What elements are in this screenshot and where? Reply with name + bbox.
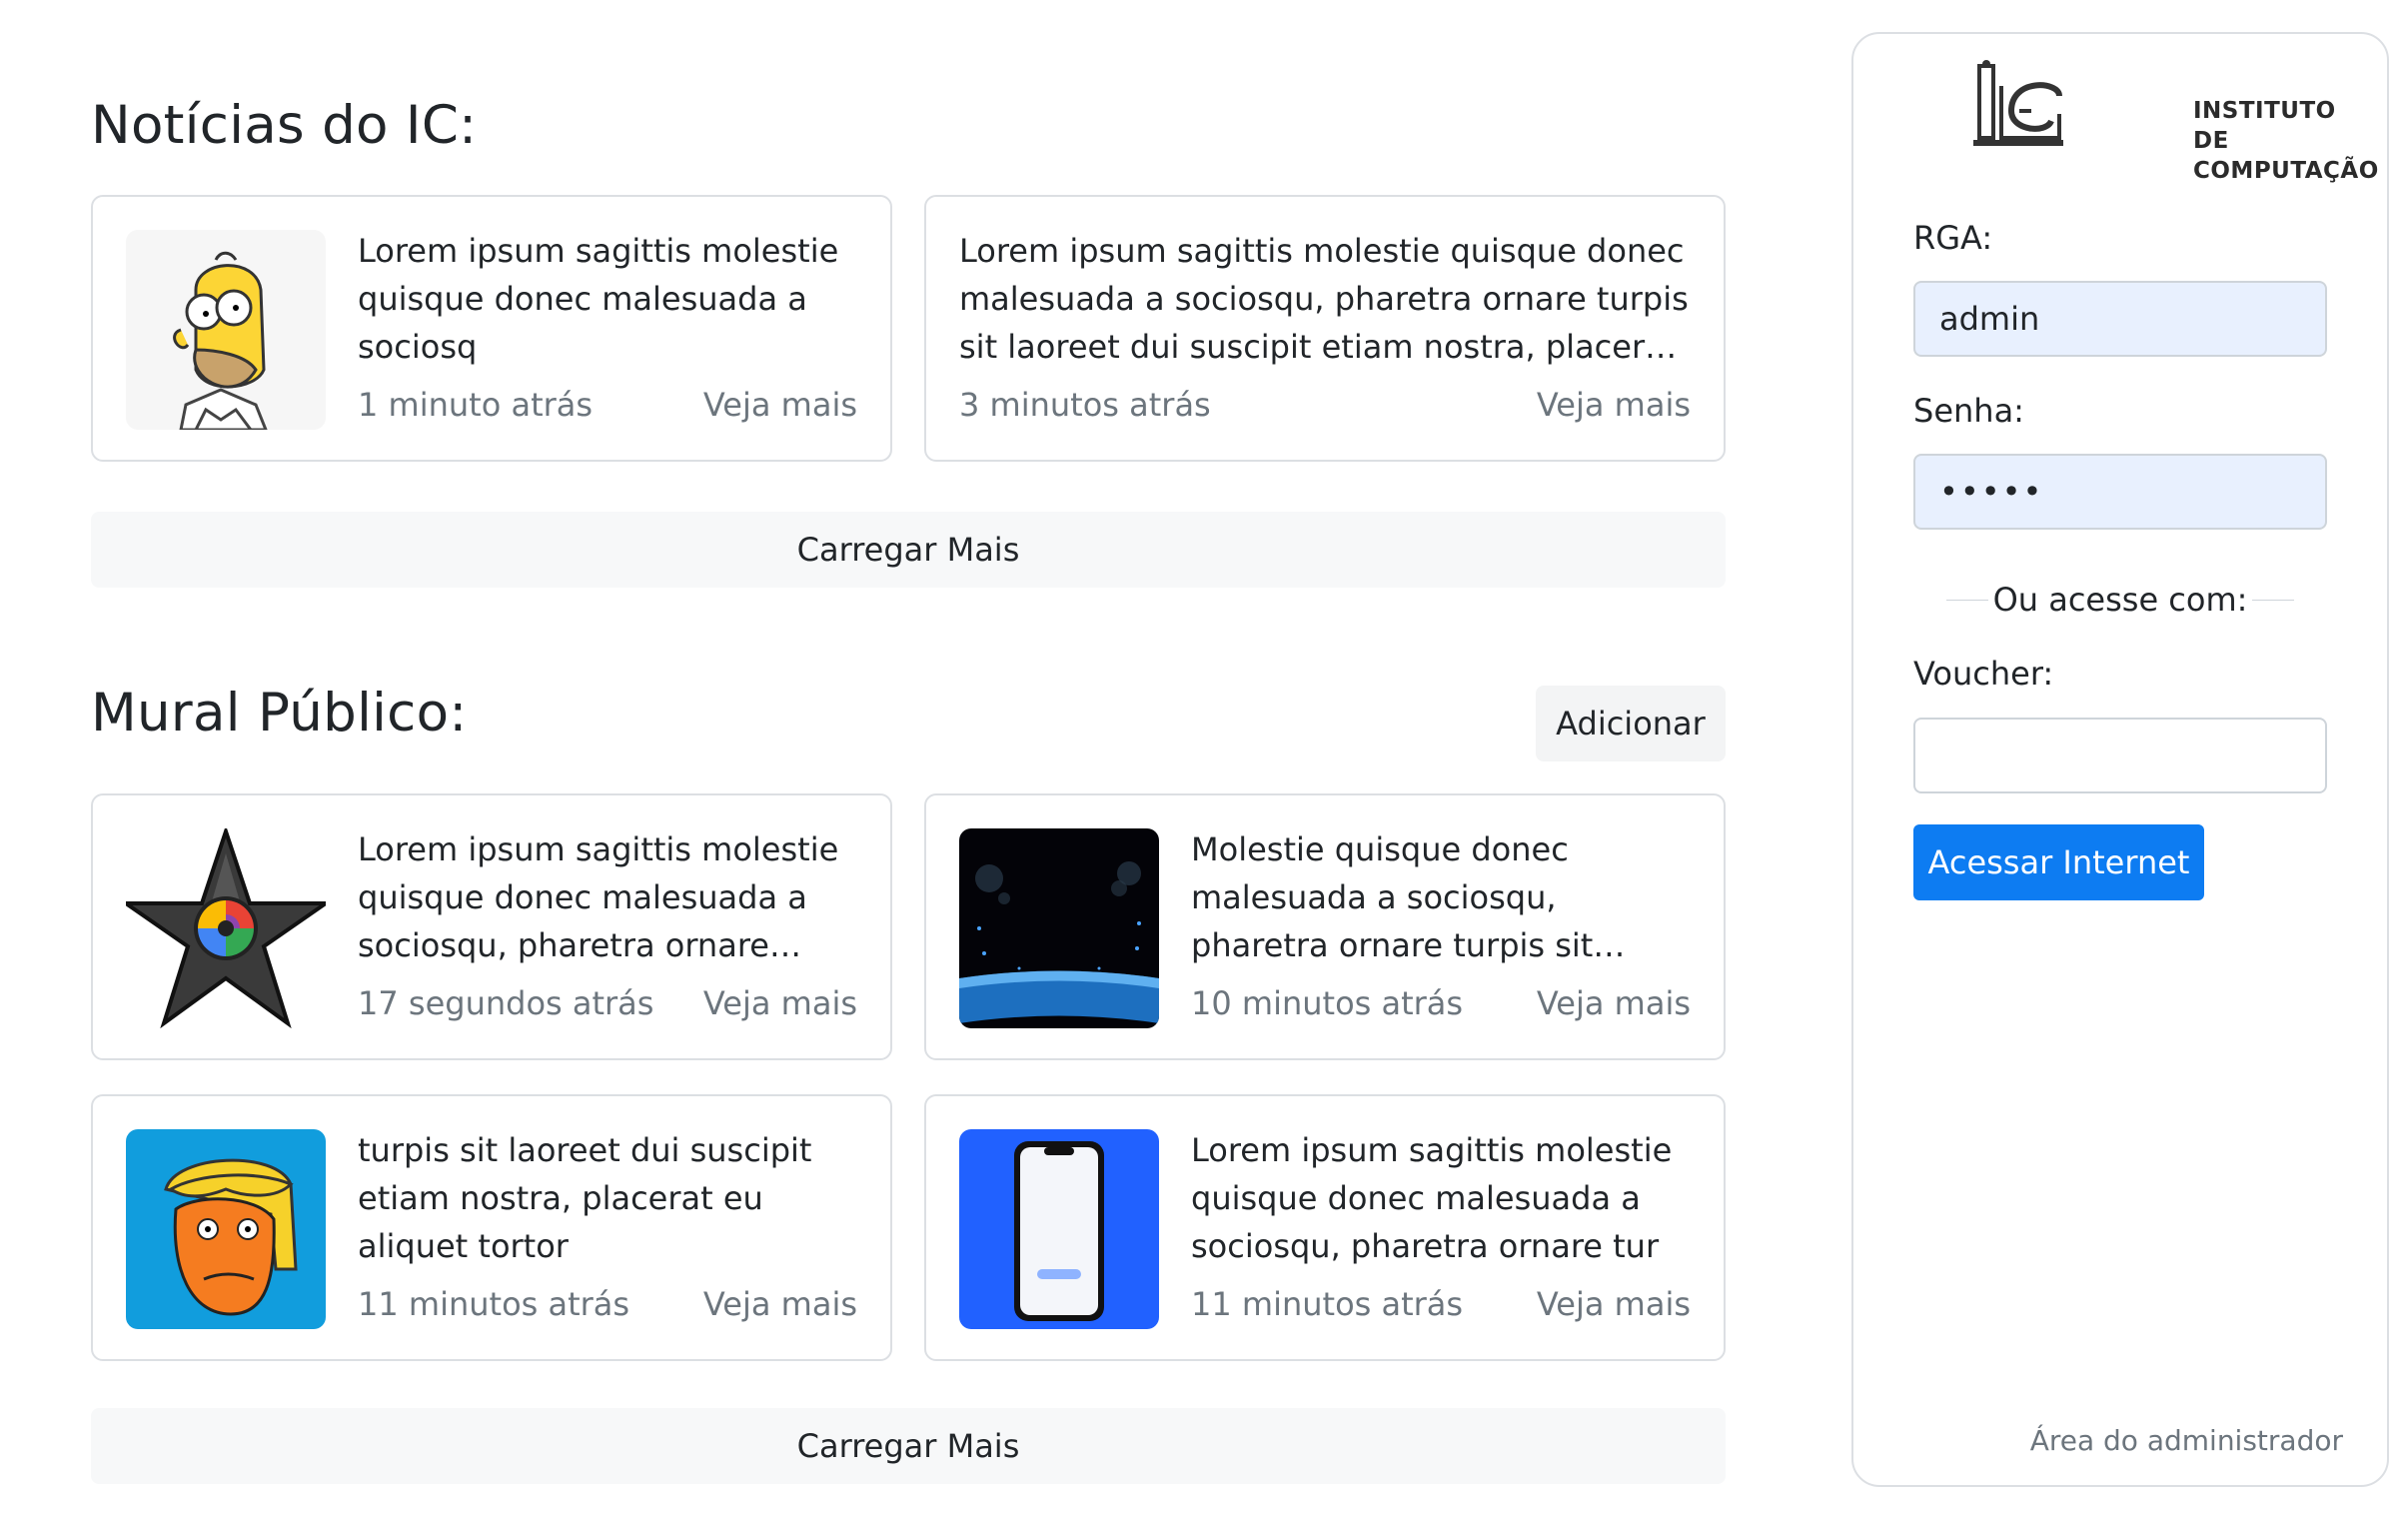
news-load-more-button[interactable]: Carregar Mais xyxy=(91,512,1726,588)
stage-banner-image xyxy=(959,828,1159,1028)
see-more-link[interactable]: Veja mais xyxy=(703,1285,857,1323)
see-more-link[interactable]: Veja mais xyxy=(1537,386,1691,424)
see-more-link[interactable]: Veja mais xyxy=(703,386,857,424)
news-title: Notícias do IC: xyxy=(91,95,478,156)
see-more-link[interactable]: Veja mais xyxy=(1537,1285,1691,1323)
mural-card[interactable]: Lorem ipsum sagittis molestie quisque do… xyxy=(924,1094,1726,1361)
mural-card-text: Molestie quisque donec malesuada a socio… xyxy=(1191,830,1594,964)
logo-text: INSTITUTO DE COMPUTAÇÃO xyxy=(2193,98,2379,184)
see-more-link[interactable]: Veja mais xyxy=(703,984,857,1022)
phone-mockup-image xyxy=(959,1129,1159,1329)
mural-card[interactable]: turpis sit laoreet dui suscipit etiam no… xyxy=(91,1094,892,1361)
mural-card-time: 11 minutos atrás xyxy=(358,1285,630,1323)
see-more-link[interactable]: Veja mais xyxy=(1537,984,1691,1022)
mural-card-body: Lorem ipsum sagittis molestie quisque do… xyxy=(1191,1126,1691,1339)
add-post-button[interactable]: Adicionar xyxy=(1536,686,1726,761)
mural-card[interactable]: Lorem ipsum sagittis molestie quisque do… xyxy=(91,793,892,1060)
mural-card-text: Lorem ipsum sagittis molestie quisque do… xyxy=(1191,1131,1673,1265)
voucher-input[interactable] xyxy=(1913,718,2327,793)
divider-line xyxy=(1946,600,1988,601)
login-panel: INSTITUTO DE COMPUTAÇÃO RGA: admin Senha… xyxy=(1851,32,2389,1487)
news-card-text: Lorem ipsum sagittis molestie quisque do… xyxy=(358,232,839,366)
ic-logo-icon xyxy=(1973,60,2063,146)
password-input[interactable]: ••••• xyxy=(1913,454,2327,530)
divider-line xyxy=(2252,600,2294,601)
mural-card-time: 17 segundos atrás xyxy=(358,984,654,1022)
news-card[interactable]: Lorem ipsum sagittis molestie quisque do… xyxy=(924,195,1726,462)
rga-label: RGA: xyxy=(1913,219,1993,257)
mural-card-text: Lorem ipsum sagittis molestie quisque do… xyxy=(358,830,839,964)
institute-logo: INSTITUTO DE COMPUTAÇÃO xyxy=(1971,56,2378,184)
access-internet-button[interactable]: Acessar Internet xyxy=(1913,824,2204,900)
mural-card-body: Lorem ipsum sagittis molestie quisque do… xyxy=(358,825,857,1038)
senha-label: Senha: xyxy=(1913,392,2024,430)
mural-load-more-button[interactable]: Carregar Mais xyxy=(91,1408,1726,1484)
mural-title: Mural Público: xyxy=(91,683,468,744)
news-card-time: 1 minuto atrás xyxy=(358,386,594,424)
news-card[interactable]: Lorem ipsum sagittis molestie quisque do… xyxy=(91,195,892,462)
news-card-text: Lorem ipsum sagittis molestie quisque do… xyxy=(959,232,1689,366)
news-card-body: Lorem ipsum sagittis molestie quisque do… xyxy=(358,227,857,440)
barnstar-image xyxy=(126,828,326,1028)
alt-login-divider: Ou acesse com: xyxy=(1913,580,2327,620)
news-card-body: Lorem ipsum sagittis molestie quisque do… xyxy=(959,227,1691,440)
admin-area-link[interactable]: Área do administrador xyxy=(2030,1424,2343,1457)
news-card-time: 3 minutos atrás xyxy=(959,386,1211,424)
cartoon-face-image xyxy=(126,1129,326,1329)
mural-card-body: Molestie quisque donec malesuada a socio… xyxy=(1191,825,1691,1038)
rga-input[interactable]: admin xyxy=(1913,281,2327,357)
mural-card-text: turpis sit laoreet dui suscipit etiam no… xyxy=(358,1131,812,1265)
voucher-label: Voucher: xyxy=(1913,655,2054,693)
homer-avatar-image xyxy=(126,230,326,430)
mural-card-body: turpis sit laoreet dui suscipit etiam no… xyxy=(358,1126,857,1339)
mural-card-time: 11 minutos atrás xyxy=(1191,1285,1464,1323)
mural-card[interactable]: Molestie quisque donec malesuada a socio… xyxy=(924,793,1726,1060)
divider-text: Ou acesse com: xyxy=(1992,581,2248,619)
mural-card-time: 10 minutos atrás xyxy=(1191,984,1464,1022)
